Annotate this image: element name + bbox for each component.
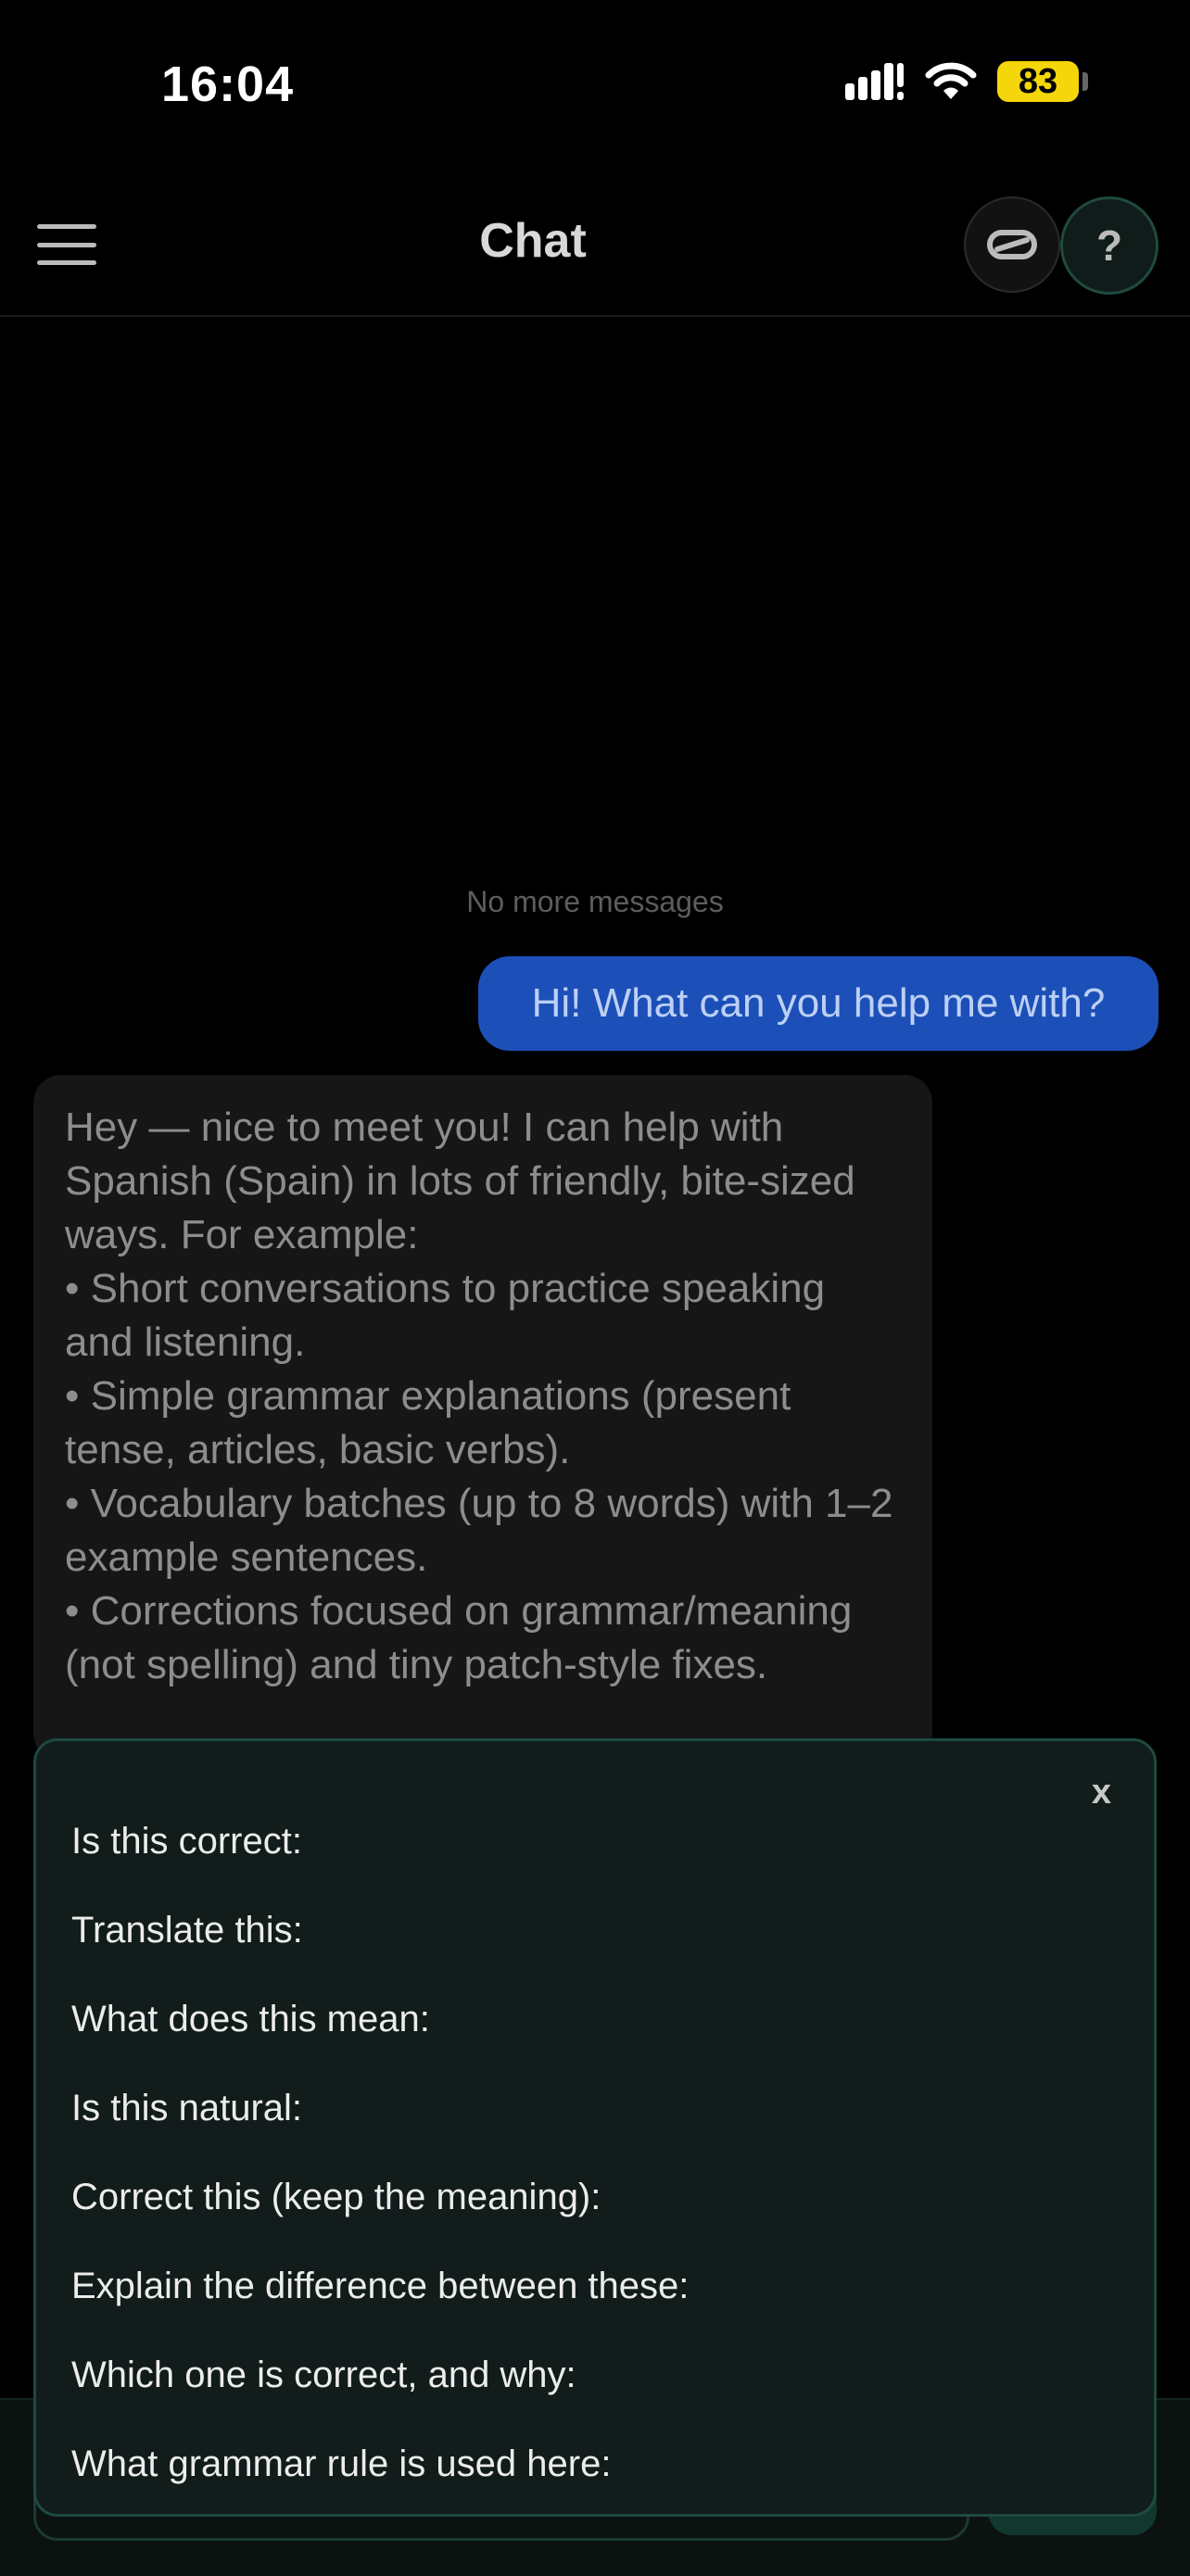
close-icon[interactable]: x [1092,1773,1111,1812]
bot-message-line: • Short conversations to practice speaki… [65,1266,826,1365]
status-icons: 83 [845,61,1088,102]
suggestion-item[interactable]: Is this correct: [71,1821,302,1863]
suggestions-popup: x Is this correct: Translate this: What … [33,1738,1157,2517]
glasses-icon [987,230,1037,259]
bot-message-line: Hey — nice to meet you! I can help with … [65,1105,855,1257]
suggestion-item[interactable]: Explain the difference between these: [71,2266,689,2307]
suggestion-item[interactable]: Which one is correct, and why: [71,2355,576,2396]
help-button[interactable]: ? [1060,196,1158,295]
battery-level: 83 [1018,61,1058,101]
status-time: 16:04 [161,57,295,112]
bot-message-line: • Corrections focused on grammar/meaning… [65,1588,853,1687]
page-title: Chat [479,214,587,268]
suggestion-item[interactable]: What grammar rule is used here: [71,2443,611,2485]
suggestion-item[interactable]: Correct this (keep the meaning): [71,2177,601,2218]
bot-message-line: • Simple grammar explanations (present t… [65,1373,791,1472]
bot-message: Hey — nice to meet you! I can help with … [33,1075,932,1761]
battery-icon: 83 [997,61,1088,102]
no-more-messages: No more messages [466,885,724,918]
user-message: Hi! What can you help me with? [478,956,1158,1051]
header: Chat ? [0,176,1190,317]
bot-message-line: • Vocabulary batches (up to 8 words) wit… [65,1481,893,1580]
suggestion-item[interactable]: What does this mean: [71,1999,430,2040]
signal-icon [845,63,904,100]
wifi-icon [925,62,977,99]
suggestion-item[interactable]: Translate this: [71,1910,303,1951]
suggestion-item[interactable]: Is this natural: [71,2088,302,2129]
glasses-button[interactable] [964,196,1060,293]
